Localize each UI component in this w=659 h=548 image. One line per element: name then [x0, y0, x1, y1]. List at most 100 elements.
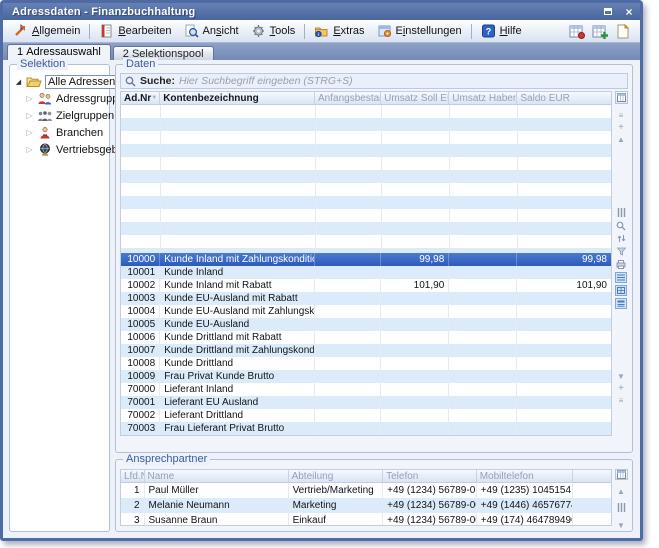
- column-header-abteilung[interactable]: Abteilung: [289, 470, 384, 482]
- menu-allgemein[interactable]: Allgemein: [7, 22, 86, 40]
- column-header-saldo[interactable]: Saldo EUR: [517, 92, 611, 104]
- folder-open-icon: [26, 75, 42, 88]
- account-row[interactable]: 10006 Kunde Drittland mit Rabatt: [121, 331, 611, 344]
- column-header-umsatz-haben[interactable]: Umsatz Haben EUR: [449, 92, 517, 104]
- account-row[interactable]: 10005 Kunde EU-Ausland: [121, 318, 611, 331]
- expand-icon[interactable]: +: [618, 383, 624, 394]
- menu-extras[interactable]: i Extras: [308, 22, 370, 40]
- view-grid-button[interactable]: [615, 285, 627, 296]
- menu-ansicht[interactable]: Ansicht: [178, 22, 245, 40]
- filter-icon: [617, 247, 626, 256]
- account-row[interactable]: 70003 Frau Lieferant Privat Brutto: [121, 422, 611, 435]
- tree-item-vertriebsgebiete[interactable]: ▷ Vertriebsgebiete: [14, 141, 107, 158]
- tree-expander-collapsed-icon[interactable]: ▷: [25, 111, 34, 120]
- magnifier-page-icon: [184, 24, 199, 38]
- table-add-button[interactable]: [591, 23, 609, 40]
- column-header-telefon[interactable]: Telefon: [383, 470, 477, 482]
- cell-saldo: [517, 409, 611, 422]
- account-row[interactable]: 10002 Kunde Inland mit Rabatt 101,90 101…: [121, 279, 611, 292]
- view-list-button[interactable]: [615, 272, 627, 283]
- column-chooser-button[interactable]: [615, 469, 628, 480]
- account-row[interactable]: 10001 Kunde Inland: [121, 266, 611, 279]
- cell-saldo: 101,90: [517, 279, 611, 292]
- tree-expander-expanded-icon[interactable]: ◢: [14, 78, 23, 86]
- print-button[interactable]: [615, 259, 627, 270]
- column-header-anfangsbestand[interactable]: Anfangsbestand EUR: [315, 92, 381, 104]
- cell-anfangsbestand: [315, 266, 381, 279]
- account-row[interactable]: 10008 Kunde Drittland: [121, 357, 611, 370]
- account-row[interactable]: 10000 Kunde Inland mit Zahlungskondition…: [121, 253, 611, 266]
- menu-label: Einstellungen: [396, 25, 462, 37]
- restore-button[interactable]: [601, 5, 615, 18]
- column-line: [449, 105, 450, 253]
- tree-expander-collapsed-icon[interactable]: ▷: [25, 145, 34, 154]
- tree-expander-collapsed-icon[interactable]: ▷: [25, 128, 34, 137]
- tree-item-branchen[interactable]: ▷ Branchen: [14, 124, 107, 141]
- cell-adnr: 10001: [121, 266, 160, 279]
- scroll-up-icon[interactable]: ▲: [617, 486, 625, 497]
- scroll-down-icon[interactable]: ▼: [617, 371, 625, 382]
- expand-icon[interactable]: +: [618, 122, 624, 133]
- tree-item-zielgruppen[interactable]: ▷ Zielgruppen: [14, 107, 107, 124]
- cell-saldo: [517, 344, 611, 357]
- menu-einstellungen[interactable]: Einstellungen: [371, 22, 468, 40]
- column-header-kontenbezeichnung[interactable]: Kontenbezeichnung: [160, 92, 315, 104]
- filter-button[interactable]: [615, 246, 627, 257]
- go-last-icon[interactable]: ≡: [619, 395, 624, 406]
- tree-item-label: Branchen: [56, 127, 103, 139]
- table-export-button[interactable]: [568, 23, 586, 40]
- app-window: Adressdaten - Finanzbuchhaltung × Allgem…: [0, 0, 643, 541]
- cell-umsatz-haben: [449, 383, 517, 396]
- menu-separator: [471, 24, 472, 39]
- cell-umsatz-soll: [381, 344, 449, 357]
- menu-hilfe[interactable]: ? Hilfe: [475, 22, 528, 40]
- cell-anfangsbestand: [315, 305, 381, 318]
- cell-umsatz-haben: [449, 357, 517, 370]
- cell-umsatz-soll: 99,98: [381, 253, 449, 266]
- go-first-icon[interactable]: ≡: [619, 110, 624, 121]
- account-row[interactable]: 10007 Kunde Drittland mit Zahlungskondit…: [121, 344, 611, 357]
- menu-tools[interactable]: Tools: [245, 22, 302, 40]
- account-row[interactable]: 10003 Kunde EU-Ausland mit Rabatt: [121, 292, 611, 305]
- contact-row[interactable]: 2 Melanie Neumann Marketing +49 (1234) 5…: [121, 498, 611, 513]
- menu-separator: [304, 24, 305, 39]
- column-header-adnr[interactable]: Ad.Nr▼: [121, 92, 160, 104]
- cell-adnr: 10004: [121, 305, 160, 318]
- account-row[interactable]: 10009 Frau Privat Kunde Brutto: [121, 370, 611, 383]
- daten-grid: Ad.Nr▼ Kontenbezeichnung Anfangsbestand …: [120, 91, 612, 436]
- cell-lfdnr: 3: [121, 513, 145, 526]
- contact-row[interactable]: 1 Paul Müller Vertrieb/Marketing +49 (12…: [121, 483, 611, 498]
- column-header-umsatz-soll[interactable]: Umsatz Soll EUR: [381, 92, 449, 104]
- menu-bearbeiten[interactable]: Bearbeiten: [93, 22, 177, 40]
- title-bar[interactable]: Adressdaten - Finanzbuchhaltung ×: [3, 3, 640, 20]
- tree-item-alle-adressen[interactable]: ◢ Alle Adressen: [14, 73, 107, 90]
- scroll-up-icon[interactable]: ▲: [617, 134, 625, 145]
- search-input[interactable]: [179, 75, 623, 87]
- column-header-name[interactable]: Name: [145, 470, 289, 482]
- tree-expander-collapsed-icon[interactable]: ▷: [25, 94, 34, 103]
- column-chooser-button[interactable]: [615, 91, 628, 104]
- close-button[interactable]: ×: [622, 5, 636, 18]
- scroll-down-icon[interactable]: ▼: [617, 520, 625, 531]
- sort-button[interactable]: [615, 233, 627, 244]
- view-list-icon: [617, 274, 625, 281]
- account-row[interactable]: 70001 Lieferant EU Ausland: [121, 396, 611, 409]
- account-row[interactable]: 70002 Lieferant Drittland: [121, 409, 611, 422]
- selektion-panel: Selektion ◢ Alle Adressen ▷ Adressgruppe…: [9, 64, 110, 532]
- columns-button[interactable]: [615, 503, 627, 512]
- view-detail-button[interactable]: [615, 298, 627, 309]
- cell-umsatz-haben: [449, 266, 517, 279]
- account-row[interactable]: 70000 Lieferant Inland: [121, 383, 611, 396]
- grid-search-button[interactable]: [615, 220, 627, 231]
- column-header-mobiltelefon[interactable]: Mobiltelefon: [477, 470, 573, 482]
- cell-adnr: 70002: [121, 409, 160, 422]
- column-header-lfdnr[interactable]: Lfd.Nr.: [121, 470, 145, 482]
- columns-button[interactable]: [615, 207, 627, 218]
- account-row[interactable]: 10004 Kunde EU-Ausland mit Zahlungskondi…: [121, 305, 611, 318]
- new-document-button[interactable]: [614, 23, 632, 40]
- cell-adnr: 10003: [121, 292, 160, 305]
- tree-item-adressgruppen[interactable]: ▷ Adressgruppen: [14, 90, 107, 107]
- industries-icon: [37, 126, 53, 139]
- contact-row[interactable]: 3 Susanne Braun Einkauf +49 (1234) 56789…: [121, 513, 611, 526]
- cell-abteilung: Vertrieb/Marketing: [289, 483, 384, 498]
